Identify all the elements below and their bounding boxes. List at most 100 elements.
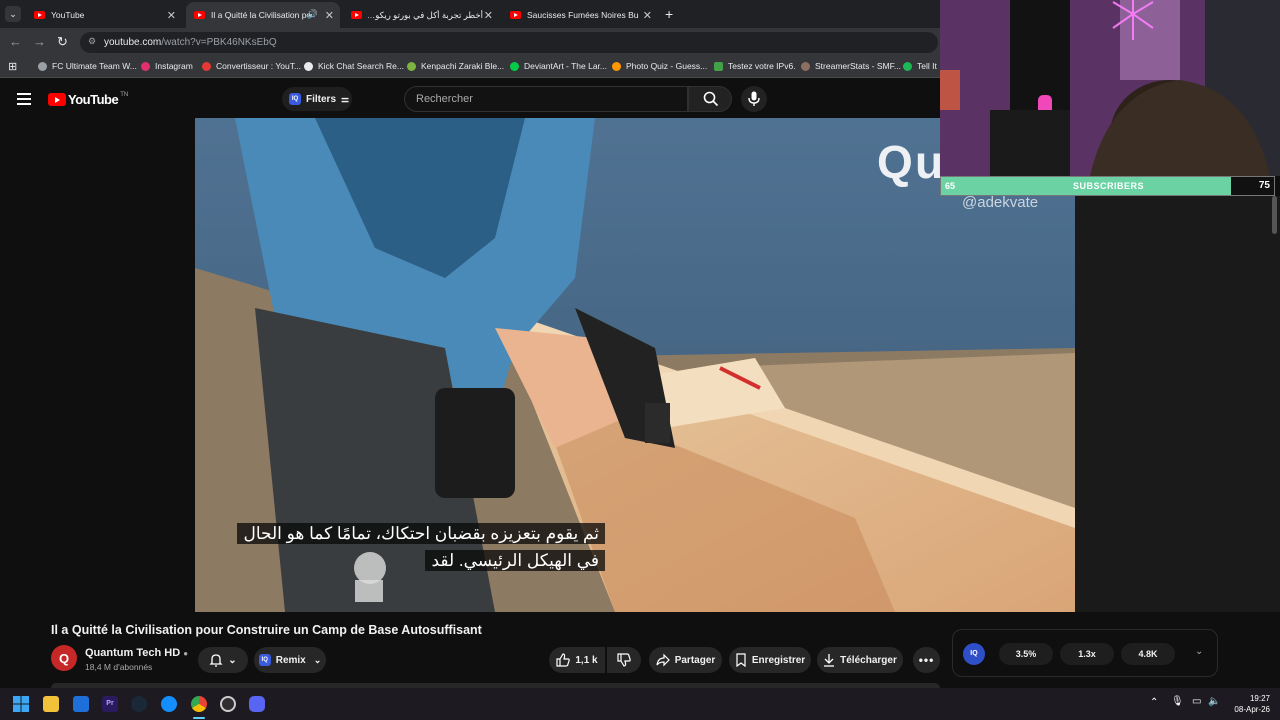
- download-button[interactable]: Télécharger: [817, 647, 903, 673]
- bookmark-icon: [736, 653, 746, 667]
- bookmark-label: Testez votre IPv6.: [728, 61, 796, 71]
- share-button[interactable]: Partager: [649, 647, 722, 673]
- url-field[interactable]: ⚙ youtube.com/watch?v=PBK46NKsEbQ: [80, 32, 938, 53]
- bookmark-label: FC Ultimate Team W...: [52, 61, 137, 71]
- thumbs-up-icon: [556, 653, 571, 667]
- url-host: youtube.com: [104, 37, 162, 48]
- active-app-indicator: [193, 717, 205, 719]
- tab-sausages-video[interactable]: Saucisses Fumées Noires Bushi ✕: [502, 2, 658, 28]
- bookmark-label: Photo Quiz - Guess...: [626, 61, 708, 71]
- close-tab-icon[interactable]: ✕: [484, 9, 493, 22]
- bookmark-item[interactable]: Testez votre IPv6.: [714, 61, 796, 71]
- youtube-favicon-icon: [351, 11, 362, 19]
- microphone-icon: [748, 91, 760, 106]
- close-tab-icon[interactable]: ✕: [167, 9, 176, 22]
- channel-subscriber-count: 18,4 M d'abonnés: [85, 662, 153, 672]
- tab-label: أخطر تجربة أكل في بورتو ريكو…: [368, 9, 483, 20]
- iq-extension-icon: IQ: [289, 93, 301, 105]
- premiere-pro-icon[interactable]: Pr: [102, 696, 118, 712]
- bookmark-favicon-icon: [801, 61, 810, 71]
- network-icon[interactable]: ▭: [1192, 696, 1201, 707]
- channel-name[interactable]: Quantum Tech HD ●: [85, 647, 188, 659]
- close-tab-icon[interactable]: ✕: [643, 9, 652, 22]
- subtitle-line-1: ثم يقوم بتعزيزه بقضبان احتكاك، تمامًا كم…: [237, 523, 605, 544]
- apps-grid-icon[interactable]: ⊞: [8, 60, 17, 73]
- webcam-feed: [940, 0, 1280, 176]
- bookmark-label: Tell It: [917, 61, 937, 71]
- tab-youtube[interactable]: YouTube ✕: [26, 2, 182, 28]
- back-arrow-icon[interactable]: ←: [9, 34, 22, 49]
- iq-stats-widget: IQ 3.5% 1.3x 4.8K ⌄: [952, 629, 1218, 677]
- stat-multiplier: 1.3x: [1060, 643, 1114, 665]
- steam-icon[interactable]: [131, 696, 147, 712]
- video-title: Il a Quitté la Civilisation pour Constru…: [51, 623, 482, 637]
- save-label: Enregistrer: [751, 654, 806, 666]
- site-info-icon[interactable]: ⚙: [88, 36, 96, 47]
- system-clock[interactable]: 19:27 08-Apr-26: [1234, 693, 1270, 715]
- outlook-icon[interactable]: [73, 696, 89, 712]
- filters-button[interactable]: IQ Filters ⚌: [282, 87, 352, 111]
- side-panel-dark: [1075, 196, 1280, 612]
- chevron-down-icon[interactable]: ⌄: [1195, 646, 1203, 657]
- youtube-wordmark: YouTube: [68, 92, 119, 107]
- bookmark-favicon-icon: [38, 61, 47, 71]
- file-explorer-icon[interactable]: [43, 696, 59, 712]
- microphone-tray-icon[interactable]: 🎙: [1171, 696, 1184, 707]
- bookmark-item[interactable]: Instagram: [141, 61, 193, 71]
- search-button[interactable]: [688, 86, 732, 112]
- more-actions-button[interactable]: •••: [913, 647, 940, 673]
- bookmark-favicon-icon: [407, 61, 416, 71]
- like-button[interactable]: 1,1 k: [549, 647, 605, 673]
- subscriber-label: SUBSCRIBERS: [1072, 181, 1144, 191]
- tab-label: Saucisses Fumées Noires Bushi: [527, 10, 639, 20]
- bookmark-item[interactable]: Kenpachi Zaraki Ble...: [407, 61, 504, 71]
- chrome-icon[interactable]: [191, 696, 207, 712]
- tab-current-video[interactable]: Il a Quitté la Civilisation po 🔊 ✕: [186, 2, 340, 28]
- chevron-up-icon[interactable]: ⌃: [1150, 697, 1158, 708]
- instagram-icon: [141, 61, 150, 71]
- download-label: Télécharger: [840, 654, 897, 666]
- bookmark-item[interactable]: FC Ultimate Team W...: [38, 61, 137, 71]
- discord-icon[interactable]: [249, 696, 265, 712]
- bookmark-item[interactable]: Photo Quiz - Guess...: [612, 61, 707, 71]
- bookmark-label: Kenpachi Zaraki Ble...: [421, 61, 505, 71]
- bookmark-item[interactable]: DeviantArt - The Lar...: [510, 61, 607, 71]
- obs-icon[interactable]: [220, 696, 236, 712]
- volume-icon[interactable]: 🔈: [1208, 696, 1220, 707]
- voice-search-button[interactable]: [741, 86, 767, 112]
- audio-playing-icon[interactable]: 🔊: [307, 9, 318, 20]
- verified-icon: ●: [183, 649, 189, 658]
- new-tab-button[interactable]: +: [665, 6, 673, 22]
- forward-arrow-icon[interactable]: →: [33, 34, 46, 49]
- tab-arabic-video[interactable]: أخطر تجربة أكل في بورتو ريكو… ✕: [343, 2, 499, 28]
- youtube-play-logo-icon: [48, 93, 66, 106]
- clock-date: 08-Apr-26: [1234, 705, 1270, 714]
- url-path: /watch?v=PBK46NKsEbQ: [161, 37, 277, 48]
- dislike-button[interactable]: [607, 647, 641, 673]
- battlenet-icon[interactable]: [161, 696, 177, 712]
- youtube-favicon-icon: [194, 11, 205, 19]
- like-count: 1,1 k: [575, 654, 598, 666]
- bookmark-item[interactable]: Convertisseur : YouT...: [202, 61, 301, 71]
- notifications-button[interactable]: ⌄: [198, 647, 248, 673]
- tab-search-button[interactable]: ⌄: [5, 6, 21, 22]
- search-input[interactable]: Rechercher: [404, 86, 688, 112]
- filters-label: Filters: [306, 93, 337, 105]
- watermark-handle: @adekvate: [962, 194, 1039, 211]
- download-icon: [824, 654, 835, 667]
- bookmark-item[interactable]: Tell It: [903, 61, 937, 71]
- bookmark-item[interactable]: Kick Chat Search Re...: [304, 61, 404, 71]
- remix-button[interactable]: IQ Remix ⌄: [254, 647, 326, 673]
- channel-avatar[interactable]: Q: [51, 645, 77, 671]
- save-button[interactable]: Enregistrer: [729, 647, 811, 673]
- reload-icon[interactable]: ↻: [57, 34, 68, 50]
- close-tab-icon[interactable]: ✕: [325, 9, 334, 22]
- iq-extension-icon: IQ: [258, 654, 271, 666]
- windows-start-icon[interactable]: [13, 696, 29, 712]
- subscriber-goal: 75: [1258, 180, 1270, 191]
- scrollbar-thumb[interactable]: [1272, 196, 1277, 234]
- bookmark-item[interactable]: StreamerStats - SMF...: [801, 61, 901, 71]
- youtube-logo[interactable]: YouTube TN: [48, 92, 128, 107]
- thumbs-down-icon: [617, 653, 631, 667]
- menu-hamburger-icon[interactable]: [17, 93, 31, 105]
